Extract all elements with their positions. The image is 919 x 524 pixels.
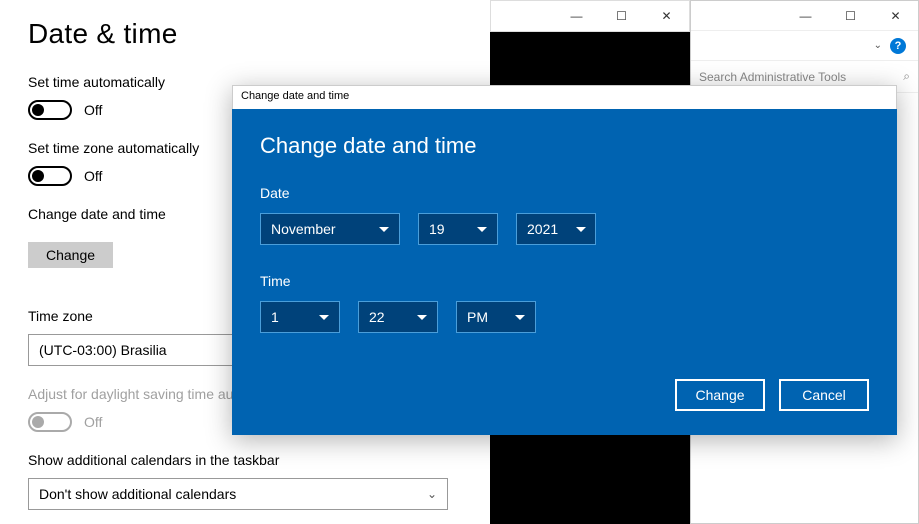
timezone-value: (UTC-03:00) Brasilia (39, 342, 167, 358)
ampm-value: PM (467, 309, 488, 325)
chevron-down-icon[interactable]: ⌄ (874, 40, 882, 51)
chevron-down-icon: ⌄ (427, 487, 437, 501)
auto-time-state: Off (84, 102, 102, 118)
search-icon[interactable]: ⌕ (903, 69, 910, 84)
minute-value: 22 (369, 309, 385, 325)
time-combo-row: 1 22 PM (260, 301, 869, 333)
chevron-down-icon (417, 315, 427, 320)
minimize-button[interactable]: — (554, 1, 599, 31)
hour-select[interactable]: 1 (260, 301, 340, 333)
search-placeholder-text: Search Administrative Tools (699, 70, 846, 84)
auto-tz-toggle[interactable] (28, 166, 72, 186)
close-button[interactable]: ✕ (644, 1, 689, 31)
auto-tz-state: Off (84, 168, 102, 184)
year-select[interactable]: 2021 (516, 213, 596, 245)
dst-state: Off (84, 414, 102, 430)
explorer-toolbar-row: ⌄ ? (691, 31, 918, 61)
minute-select[interactable]: 22 (358, 301, 438, 333)
month-select[interactable]: November (260, 213, 400, 245)
dialog-heading: Change date and time (260, 133, 869, 159)
add-cal-select[interactable]: Don't show additional calendars ⌄ (28, 478, 448, 510)
day-value: 19 (429, 221, 445, 237)
dialog-footer: Change Cancel (260, 369, 869, 411)
hour-value: 1 (271, 309, 279, 325)
explorer-titlebar: — ☐ ✕ (691, 1, 918, 31)
time-label: Time (260, 273, 869, 289)
change-button[interactable]: Change (28, 242, 113, 268)
chevron-down-icon (379, 227, 389, 232)
help-icon[interactable]: ? (890, 38, 906, 54)
add-cal-value: Don't show additional calendars (39, 486, 236, 502)
console-titlebar: — ☐ ✕ (490, 0, 690, 32)
minimize-button[interactable]: — (783, 1, 828, 31)
chevron-down-icon (477, 227, 487, 232)
day-select[interactable]: 19 (418, 213, 498, 245)
maximize-button[interactable]: ☐ (599, 1, 644, 31)
maximize-button[interactable]: ☐ (828, 1, 873, 31)
page-title: Date & time (28, 18, 462, 50)
change-date-time-dialog: Change date and time Change date and tim… (232, 85, 897, 435)
dst-toggle (28, 412, 72, 432)
dialog-titlebar: Change date and time (232, 85, 897, 109)
chevron-down-icon (319, 315, 329, 320)
chevron-down-icon (515, 315, 525, 320)
setting-additional-calendars: Show additional calendars in the taskbar… (28, 452, 462, 510)
dialog-change-button[interactable]: Change (675, 379, 765, 411)
date-combo-row: November 19 2021 (260, 213, 869, 245)
month-value: November (271, 221, 336, 237)
dialog-cancel-button[interactable]: Cancel (779, 379, 869, 411)
chevron-down-icon (576, 227, 586, 232)
close-button[interactable]: ✕ (873, 1, 918, 31)
date-label: Date (260, 185, 869, 201)
add-cal-label: Show additional calendars in the taskbar (28, 452, 462, 468)
auto-time-toggle[interactable] (28, 100, 72, 120)
ampm-select[interactable]: PM (456, 301, 536, 333)
year-value: 2021 (527, 221, 558, 237)
